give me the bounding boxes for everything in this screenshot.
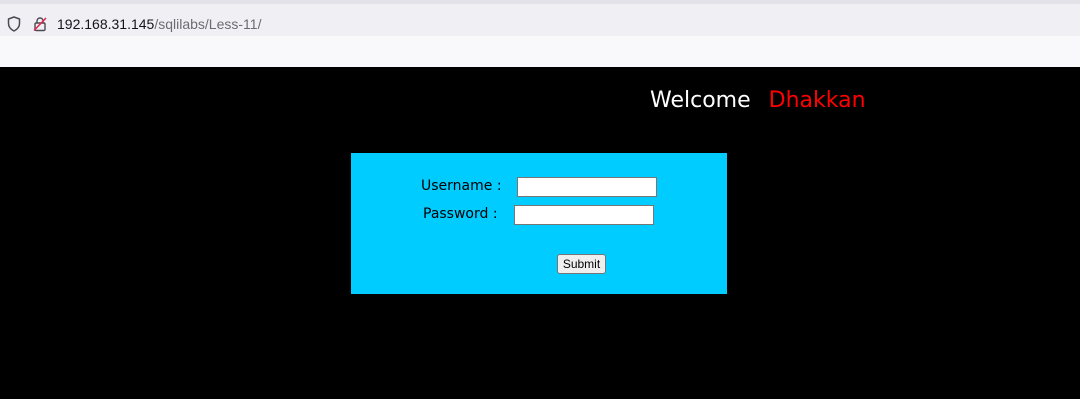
username-label: Username :: [421, 178, 502, 194]
password-label: Password :: [423, 206, 498, 222]
address-bar[interactable]: 192.168.31.145/sqlilabs/Less-11/: [57, 15, 261, 33]
username-field[interactable]: [517, 177, 657, 197]
submit-button[interactable]: Submit: [557, 254, 606, 274]
welcome-word: Welcome: [650, 88, 751, 113]
welcome-heading: Welcome Dhakkan: [650, 88, 866, 114]
welcome-name: Dhakkan: [768, 88, 866, 113]
page-content: Welcome Dhakkan Username : Password : Sub…: [0, 67, 1080, 399]
url-path: /sqlilabs/Less-11/: [154, 16, 262, 32]
login-form: Username : Password : Submit: [351, 153, 727, 294]
lock-icon[interactable]: [32, 16, 48, 32]
password-field[interactable]: [514, 205, 654, 225]
bookmarks-strip: [0, 36, 1080, 67]
shield-icon[interactable]: [7, 16, 21, 32]
url-host: 192.168.31.145: [57, 16, 155, 32]
browser-toolbar: 192.168.31.145/sqlilabs/Less-11/: [0, 0, 1080, 36]
